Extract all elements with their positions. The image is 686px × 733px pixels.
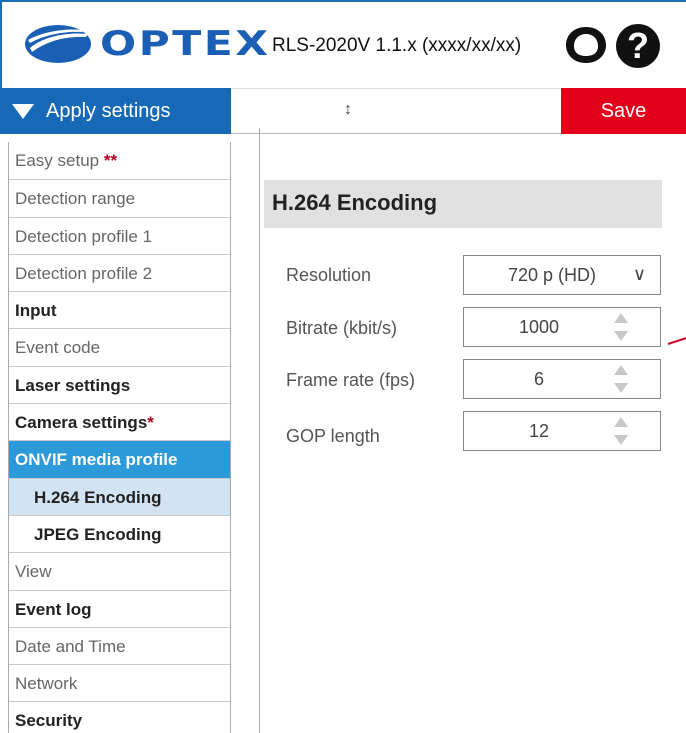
frame-rate-label: Frame rate (fps) <box>286 370 416 390</box>
page-title: H.264 Encoding <box>264 180 662 228</box>
sidebar-item-camera-settings[interactable]: Camera settings* <box>8 403 230 440</box>
sidebar-item-detection-range[interactable]: Detection range <box>8 179 230 216</box>
annotation-line <box>667 336 686 345</box>
help-icon[interactable]: ? <box>616 24 660 68</box>
sidebar-item-onvif-media-profile[interactable]: ONVIF media profile <box>8 440 230 478</box>
sidebar-item-detection-profile-2[interactable]: Detection profile 2 <box>8 253 230 291</box>
brand-name: OPTEX <box>100 24 271 64</box>
model-version: RLS-2020V 1.1.x (xxxx/xx/xx) <box>272 35 522 56</box>
sidebar-item-input[interactable]: Input <box>8 291 230 328</box>
apply-settings-label: Apply settings <box>46 99 171 122</box>
sidebar-item-view[interactable]: View <box>8 552 230 589</box>
sidebar-item-detection-profile-1[interactable]: Detection profile 1 <box>8 216 230 254</box>
sidebar-item-laser-settings[interactable]: Laser settings <box>8 365 230 403</box>
sidebar-item-label: Easy setup <box>15 151 100 170</box>
user-account-icon[interactable] <box>564 25 608 65</box>
sidebar-item-label: Camera settings <box>15 413 148 433</box>
spin-up-icon[interactable] <box>614 365 628 375</box>
required-star: * <box>147 413 154 433</box>
sidebar-item-jpeg-encoding[interactable]: JPEG Encoding <box>8 514 230 552</box>
resolution-value: 720 p (HD) <box>507 265 597 285</box>
sidebar-item-event-code[interactable]: Event code <box>8 328 230 365</box>
required-stars: ** <box>103 151 118 170</box>
sidebar-item-network[interactable]: Network <box>8 664 230 701</box>
app-header: OPTEX RLS-2020V 1.1.x (xxxx/xx/xx) ? <box>0 0 686 88</box>
spinner-arrows-icon[interactable] <box>614 313 630 343</box>
spinner-arrows-icon[interactable] <box>614 417 630 447</box>
frame-rate-stepper[interactable]: 6 <box>463 359 661 399</box>
apply-settings-button[interactable]: Apply settings <box>0 88 231 134</box>
gop-length-label: GOP length <box>286 426 380 446</box>
frame-rate-value: 6 <box>533 369 544 389</box>
spin-down-icon[interactable] <box>614 331 628 341</box>
sidebar-item-h264-encoding[interactable]: H.264 Encoding <box>8 477 230 515</box>
save-button[interactable]: Save <box>561 88 686 134</box>
sidebar-item-event-log[interactable]: Event log <box>8 589 230 627</box>
sidebar-item-easy-setup[interactable]: Easy setup ** <box>8 142 230 179</box>
resolution-label: Resolution <box>286 265 372 285</box>
resolution-select[interactable]: 720 p (HD) ∨ <box>463 255 661 295</box>
sidebar-left-border <box>8 142 9 733</box>
optex-logo-icon <box>25 25 91 63</box>
spinner-arrows-icon[interactable] <box>614 365 630 395</box>
spin-up-icon[interactable] <box>614 313 628 323</box>
toolbar: Apply settings ↕ Save <box>0 88 686 134</box>
sidebar-item-date-and-time[interactable]: Date and Time <box>8 626 230 664</box>
gop-length-stepper[interactable]: 12 <box>463 411 661 451</box>
resize-handle-icon[interactable]: ↕ <box>344 101 352 119</box>
triangle-down-icon <box>12 103 34 119</box>
bitrate-stepper[interactable]: 1000 <box>463 307 661 347</box>
bitrate-label: Bitrate (kbit/s) <box>286 318 398 338</box>
sidebar-item-security[interactable]: Security <box>8 701 230 733</box>
spin-up-icon[interactable] <box>614 417 628 427</box>
gop-length-value: 12 <box>528 421 550 441</box>
spin-down-icon[interactable] <box>614 383 628 393</box>
chevron-down-icon: ∨ <box>632 264 646 284</box>
panel-divider[interactable] <box>259 128 260 733</box>
toolbar-spacer: ↕ <box>231 88 561 134</box>
sidebar-nav: Easy setup ** Detection range Detection … <box>8 142 231 733</box>
brand-logo: OPTEX <box>24 24 268 64</box>
spin-down-icon[interactable] <box>614 435 628 445</box>
bitrate-value: 1000 <box>518 317 560 337</box>
